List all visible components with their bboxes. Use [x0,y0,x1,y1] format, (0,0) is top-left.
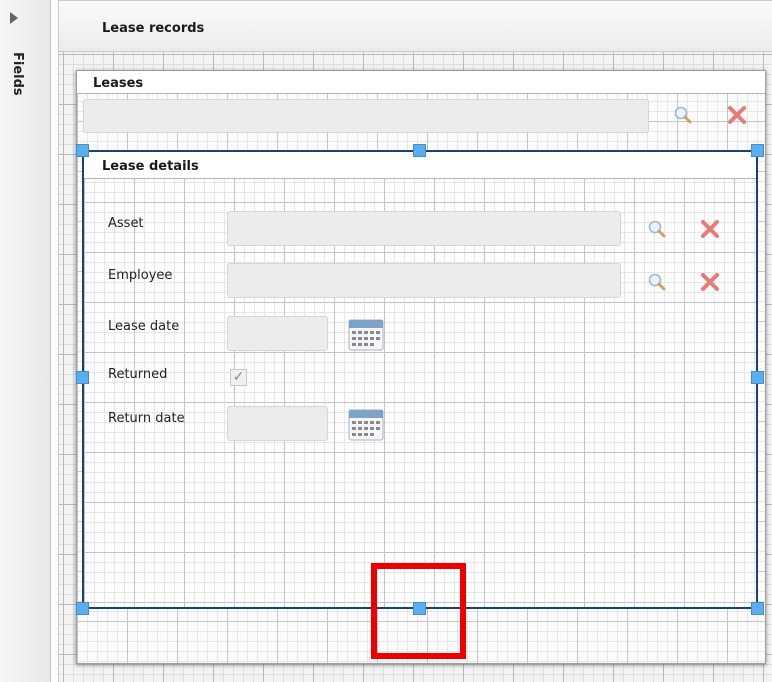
asset-label: Asset [108,216,144,231]
fields-side-panel[interactable]: Fields [0,0,51,682]
returned-label: Returned [108,367,168,382]
resize-handle-top-center[interactable] [413,144,426,157]
leases-lookup-field[interactable] [83,99,649,133]
resize-handle-middle-right[interactable] [751,371,764,384]
return-date-label: Return date [108,411,185,426]
resize-handle-middle-left[interactable] [76,371,89,384]
employee-input[interactable] [227,263,621,298]
lease-date-calendar-icon[interactable] [348,319,384,351]
form-title: Lease records [102,21,205,36]
expand-triangle-icon[interactable] [10,12,18,24]
employee-label: Employee [108,268,173,283]
returned-checkbox[interactable]: ✓ [230,369,247,386]
asset-magnifier-icon[interactable] [647,219,667,239]
highlight-annotation-box [371,563,466,659]
leases-magnifier-icon[interactable] [673,105,693,125]
employee-magnifier-icon[interactable] [647,272,667,292]
resize-handle-top-right[interactable] [751,144,764,157]
asset-clear-icon[interactable] [700,219,720,239]
lease-date-label: Lease date [108,319,180,334]
lease-details-title: Lease details [102,159,199,174]
fields-panel-label: Fields [10,52,25,96]
lease-details-panel[interactable]: Lease details Asset Employee Lease date [82,150,758,609]
return-date-input[interactable] [227,406,328,441]
resize-handle-bottom-right[interactable] [751,602,764,615]
leases-panel-header: Leases [77,71,765,94]
return-date-calendar-icon[interactable] [348,409,384,441]
lease-date-input[interactable] [227,316,328,351]
form-title-bar: Lease records [59,0,772,52]
resize-handle-top-left[interactable] [76,144,89,157]
resize-handle-bottom-left[interactable] [76,602,89,615]
leases-clear-icon[interactable] [727,105,747,125]
leases-panel-title: Leases [93,76,144,91]
employee-clear-icon[interactable] [700,272,720,292]
asset-input[interactable] [227,211,621,246]
